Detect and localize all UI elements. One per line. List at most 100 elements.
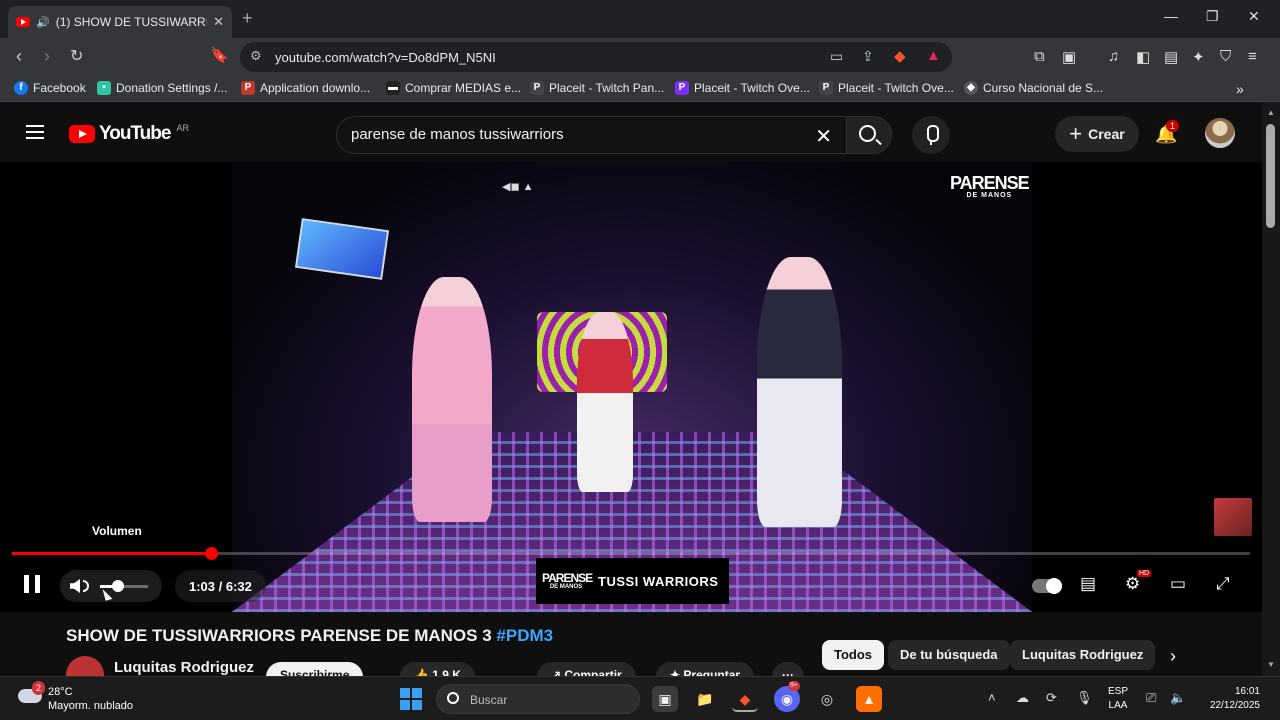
- like-button[interactable]: 👍 1,9 K: [400, 662, 475, 676]
- leo-ai-icon[interactable]: ✦: [1192, 48, 1205, 66]
- url-text[interactable]: youtube.com/watch?v=Do8dPM_N5NI: [275, 50, 496, 65]
- tray-expand-icon[interactable]: ˄: [988, 690, 996, 705]
- bookmark-label: Curso Nacional de S...: [983, 81, 1104, 95]
- share-button[interactable]: ↗ Compartir: [537, 662, 636, 676]
- bookmark-item[interactable]: P Placeit - Twitch Ove...: [675, 81, 810, 95]
- clear-search-icon[interactable]: ✕: [815, 124, 832, 149]
- search-input[interactable]: [351, 126, 791, 143]
- site-info-icon[interactable]: ⚙: [250, 48, 262, 64]
- browser-tab[interactable]: 🔊 (1) SHOW DE TUSSIWARRIORS ✕: [8, 6, 232, 38]
- bookmark-item[interactable]: ▬ Comprar MEDIAS e...: [386, 81, 521, 95]
- chapter-banner[interactable]: PARENSE DE MANOS TUSSI WARRIORS: [536, 558, 729, 604]
- app-triangle-icon[interactable]: ▲: [856, 686, 882, 712]
- bookmark-item[interactable]: P Application downlo...: [241, 81, 370, 95]
- forward-icon[interactable]: ›: [44, 46, 50, 67]
- maximize-button[interactable]: ❐: [1206, 8, 1219, 25]
- discord-icon[interactable]: ◉ 9+: [774, 681, 800, 712]
- tab-close-icon[interactable]: ✕: [213, 14, 224, 30]
- progress-fill: [12, 552, 212, 555]
- video-hashtag[interactable]: #PDM3: [496, 626, 553, 645]
- ask-button[interactable]: ✦ Preguntar: [656, 662, 755, 676]
- bookmark-item[interactable]: P Placeit - Twitch Ove...: [819, 81, 954, 95]
- language-indicator[interactable]: ESP LAA: [1108, 685, 1128, 713]
- chips-next-icon[interactable]: ›: [1170, 646, 1176, 667]
- subscribe-button[interactable]: Suscribirme: [266, 662, 364, 676]
- youtube-logo[interactable]: YouTube AR: [69, 123, 189, 145]
- progress-bar[interactable]: [12, 547, 1250, 560]
- speaker-icon[interactable]: 🔈: [1170, 690, 1186, 706]
- scroll-down-icon[interactable]: ▼: [1267, 660, 1275, 669]
- create-button[interactable]: + Crear: [1055, 116, 1139, 152]
- volume-knob[interactable]: [112, 580, 125, 592]
- scroll-up-icon[interactable]: ▲: [1267, 108, 1275, 117]
- youtube-favicon-icon: [16, 17, 30, 27]
- tab-search-icon[interactable]: ▣: [1062, 48, 1076, 66]
- task-view-icon[interactable]: ▣: [652, 686, 678, 712]
- file-explorer-icon[interactable]: 📁: [692, 686, 718, 712]
- microphone-icon[interactable]: 🎙: [1076, 690, 1093, 706]
- cast-icon[interactable]: ▭: [830, 48, 843, 65]
- channel-watermark[interactable]: PARENSE DE MANOS: [950, 174, 1030, 199]
- brave-shield-icon[interactable]: ◆: [894, 47, 906, 65]
- more-actions-button[interactable]: ···: [772, 662, 804, 676]
- hamburger-menu-icon[interactable]: [26, 125, 44, 139]
- chip-todos[interactable]: Todos: [822, 640, 885, 670]
- bookmark-item[interactable]: ◆ Curso Nacional de S...: [964, 81, 1103, 95]
- brave-browser-icon[interactable]: ◆: [732, 686, 758, 712]
- subtitles-icon[interactable]: ▤: [1080, 574, 1096, 594]
- chip-de-tu-busqueda[interactable]: De tu búsqueda: [888, 640, 1010, 670]
- more-bookmarks-icon[interactable]: »: [1236, 81, 1244, 97]
- reload-icon[interactable]: ↻: [70, 46, 83, 66]
- sync-icon[interactable]: ⟳: [1046, 690, 1057, 706]
- share-icon[interactable]: ⇪: [862, 48, 874, 65]
- channel-name[interactable]: Luquitas Rodriguez: [114, 659, 254, 676]
- windows-start-icon[interactable]: [400, 688, 422, 710]
- obs-icon[interactable]: ◎: [814, 686, 840, 712]
- media-icon[interactable]: ♫: [1108, 48, 1119, 65]
- autoplay-toggle[interactable]: [1032, 578, 1062, 594]
- wallet-icon[interactable]: ▤: [1164, 48, 1178, 66]
- close-window-button[interactable]: ✕: [1248, 8, 1260, 25]
- bookmark-icon[interactable]: 🔖: [210, 46, 229, 64]
- fullscreen-icon[interactable]: ⤢: [1216, 574, 1230, 594]
- placeit-icon: P: [819, 81, 833, 95]
- settings-gear-icon[interactable]: ⚙ HD: [1125, 570, 1152, 594]
- theater-mode-icon[interactable]: ▭: [1170, 574, 1186, 594]
- search-button[interactable]: [846, 116, 892, 154]
- end-card-thumbnail[interactable]: [1214, 498, 1252, 536]
- sidebar-icon[interactable]: ◧: [1136, 48, 1150, 66]
- pause-icon[interactable]: [24, 575, 40, 593]
- network-icon[interactable]: ⎚: [1146, 690, 1156, 706]
- windows-taskbar: 2 28°C Mayorm. nublado Buscar ▣ 📁 ◆ ◉ 9+…: [0, 676, 1280, 720]
- back-icon[interactable]: ‹: [16, 46, 22, 67]
- bookmark-item[interactable]: f Facebook: [14, 81, 86, 95]
- extensions-icon[interactable]: ⧉: [1034, 48, 1045, 65]
- vpn-icon[interactable]: ⛉: [1220, 48, 1231, 65]
- bookmark-label: Comprar MEDIAS e...: [405, 81, 522, 95]
- minimize-button[interactable]: —: [1164, 8, 1178, 24]
- audio-playing-icon[interactable]: 🔊: [36, 16, 50, 29]
- taskbar-search[interactable]: Buscar: [436, 684, 640, 714]
- bookmark-label: Placeit - Twitch Pan...: [549, 81, 665, 95]
- system-clock[interactable]: 16:01 22/12/2025: [1200, 685, 1260, 713]
- chapter-logo-top: PARENSE: [542, 571, 593, 585]
- menu-icon[interactable]: ≡: [1248, 48, 1257, 65]
- progress-scrubber[interactable]: [205, 547, 219, 560]
- chip-channel[interactable]: Luquitas Rodriguez: [1010, 640, 1156, 670]
- omnibox[interactable]: ⚙ youtube.com/watch?v=Do8dPM_N5NI ▭ ⇪ ◆ …: [240, 42, 952, 72]
- scrollbar-thumb[interactable]: [1266, 124, 1275, 228]
- volume-icon[interactable]: [70, 579, 80, 593]
- voice-search-mic-icon[interactable]: [912, 116, 950, 154]
- bookmark-item[interactable]: P Placeit - Twitch Pan...: [530, 81, 664, 95]
- notifications-bell-icon[interactable]: 🔔 1: [1155, 120, 1180, 145]
- placeit-icon: P: [675, 81, 689, 95]
- video-player[interactable]: ◀◼ ▲ PARENSE DE MANOS Volumen 1:03 / 6:3…: [0, 162, 1262, 612]
- page-scrollbar[interactable]: ▲ ▼: [1262, 102, 1280, 676]
- user-avatar[interactable]: [1205, 118, 1235, 148]
- new-tab-button[interactable]: +: [242, 8, 253, 29]
- brave-rewards-icon[interactable]: ▲: [926, 47, 941, 64]
- bookmark-item[interactable]: ▪ Donation Settings /...: [97, 81, 227, 95]
- cloud-sync-icon[interactable]: ☁: [1016, 690, 1029, 706]
- weather-widget[interactable]: 2 28°C Mayorm. nublado: [18, 681, 133, 713]
- channel-avatar[interactable]: [66, 656, 104, 676]
